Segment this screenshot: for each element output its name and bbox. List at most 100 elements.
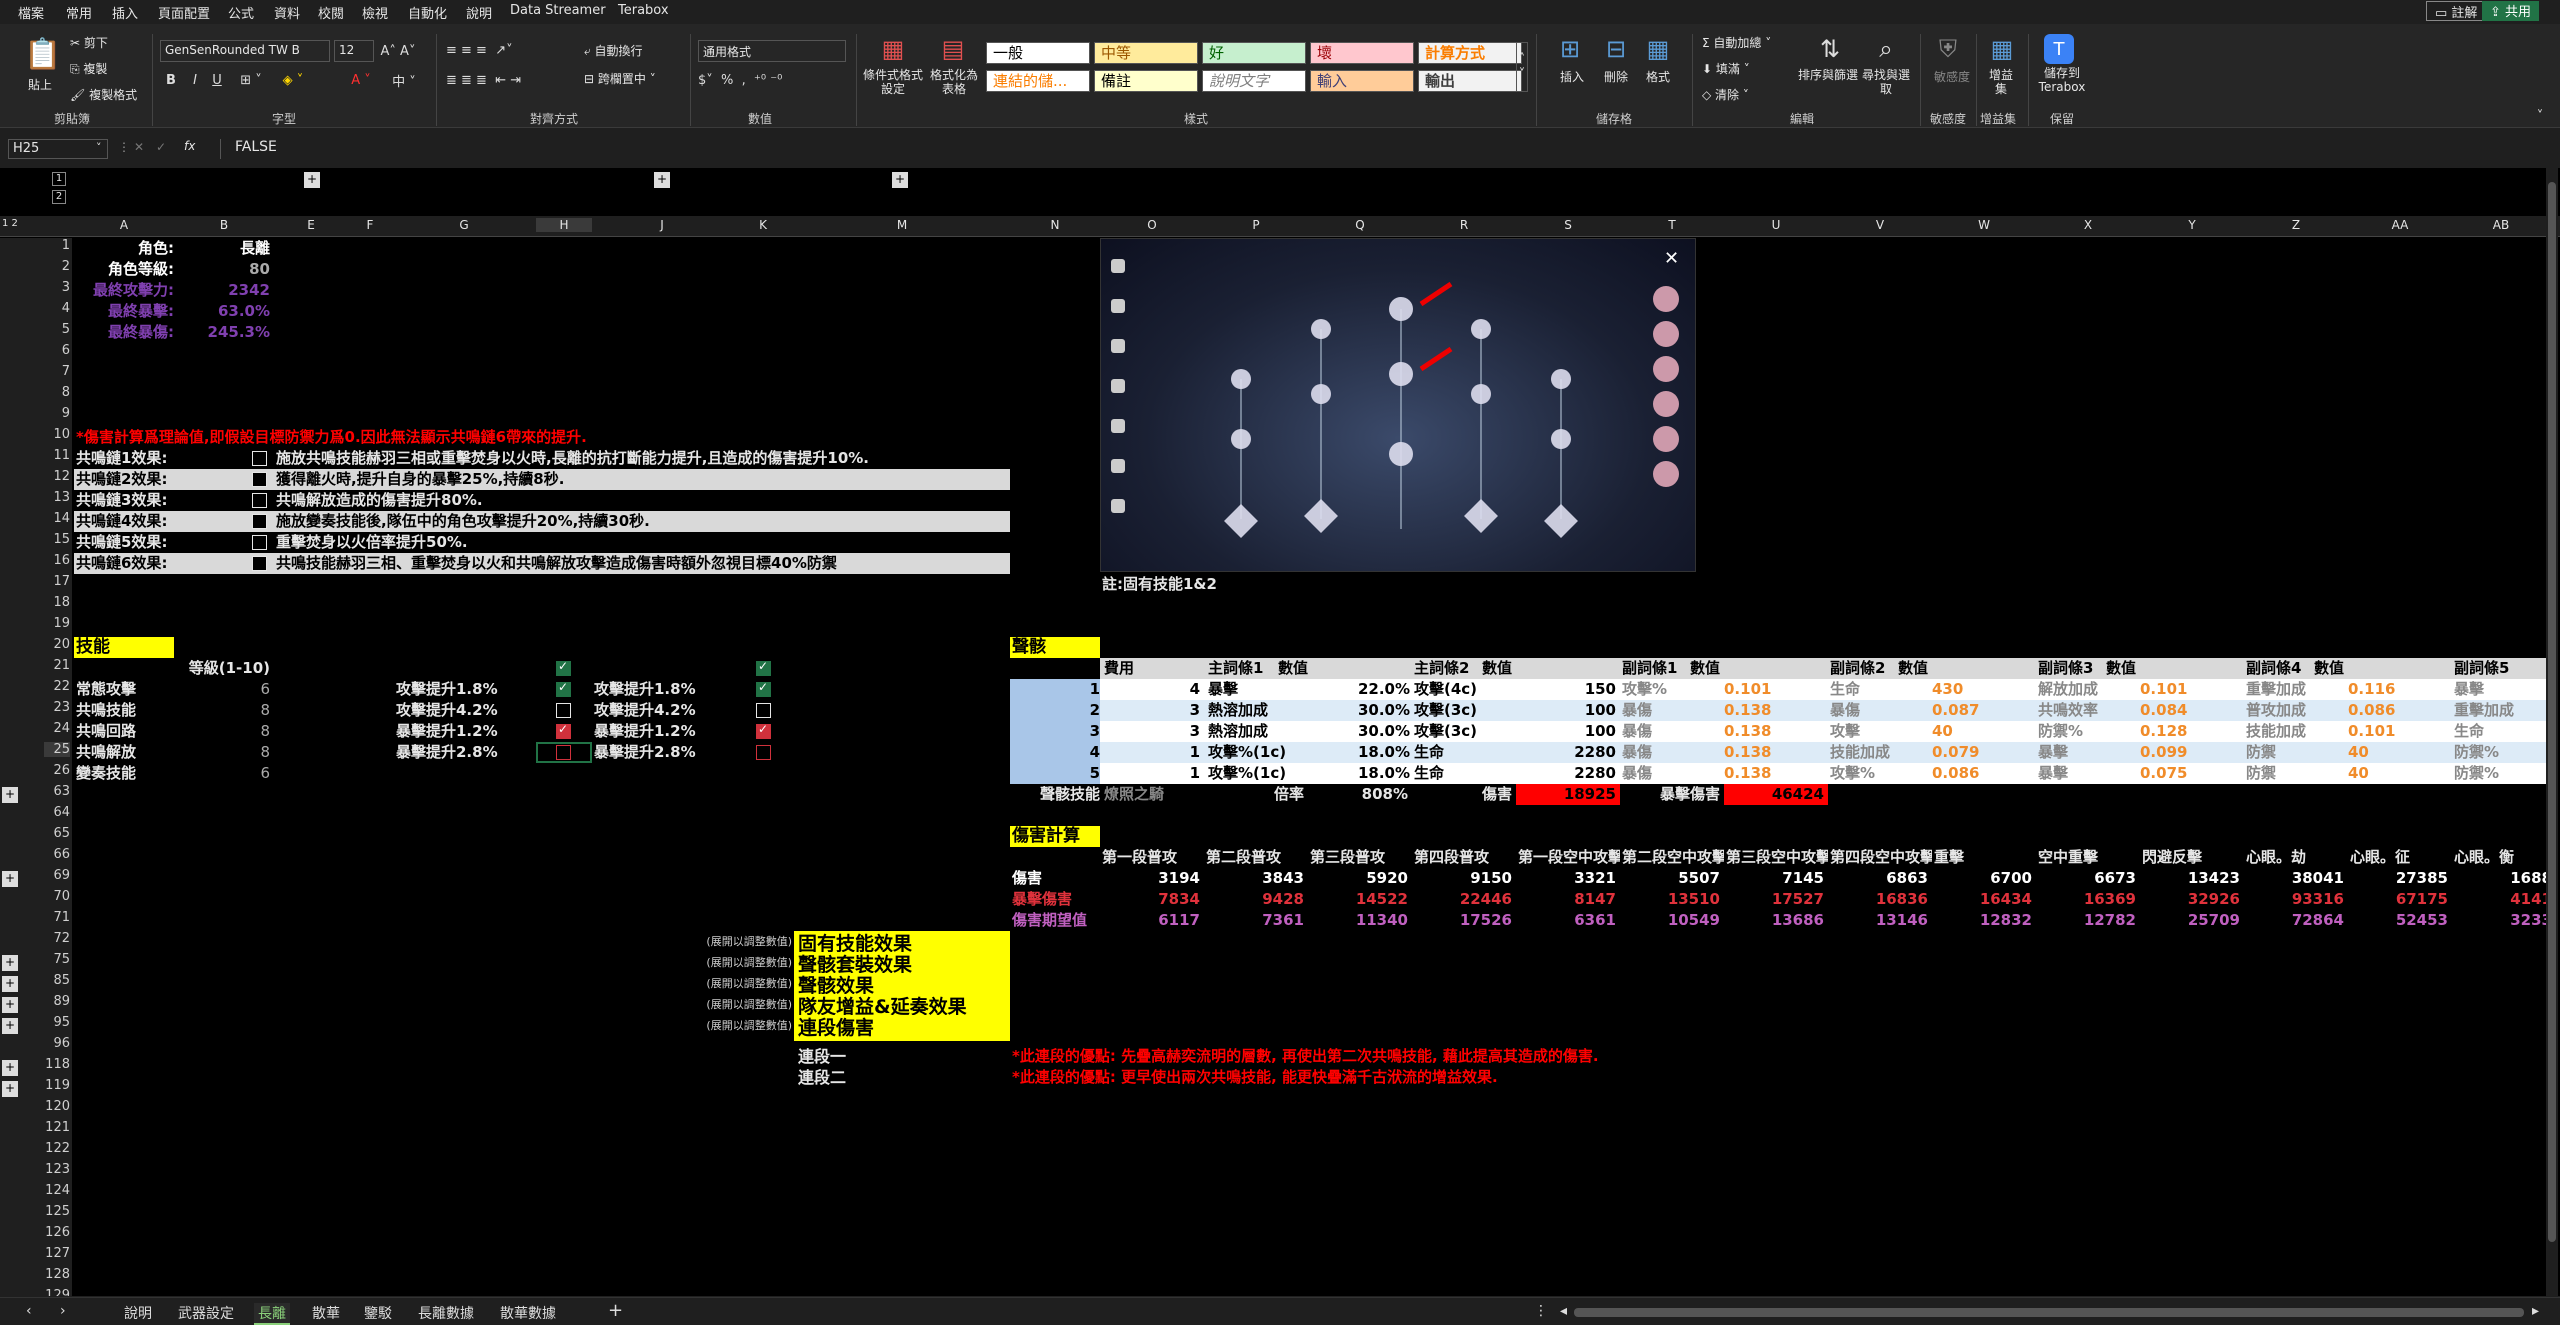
row-number[interactable]: 4	[44, 301, 70, 316]
cut-button[interactable]: ✂ 剪下	[70, 34, 108, 51]
next-sheet-icon[interactable]: ›	[60, 1303, 66, 1319]
col-H[interactable]: H	[536, 218, 592, 232]
menu-view[interactable]: 檢視	[362, 3, 388, 22]
row-number[interactable]: 125	[44, 1204, 70, 1219]
menu-data[interactable]: 資料	[274, 3, 300, 22]
echo-cell[interactable]: 0.128	[2140, 721, 2187, 742]
row-number[interactable]: 9	[44, 406, 70, 421]
echo-cell[interactable]: 430	[1932, 679, 1963, 700]
row-number[interactable]: 14	[44, 511, 70, 526]
col-S[interactable]: S	[1516, 218, 1620, 232]
row-number[interactable]: 119	[44, 1078, 70, 1093]
tab-sheet-5[interactable]: 鑒駁	[364, 1303, 392, 1323]
echo-cell[interactable]: 防禦	[2246, 742, 2276, 763]
echo-cell[interactable]: 0.086	[2348, 700, 2395, 721]
col-W[interactable]: W	[1932, 218, 2036, 232]
style-output[interactable]: 輸出	[1418, 70, 1522, 92]
echo-cell[interactable]: 30.0%	[1310, 721, 1410, 742]
echo-cell[interactable]: 重擊加成	[2454, 700, 2514, 721]
echo-skill-value[interactable]: 燎照之騎	[1104, 784, 1164, 805]
style-bad[interactable]: 壞	[1310, 42, 1414, 64]
row-number[interactable]: 19	[44, 616, 70, 631]
echo-cell[interactable]: 100	[1516, 721, 1616, 742]
row-number[interactable]: 123	[44, 1162, 70, 1177]
fill-color-icon[interactable]: ◈ ˅	[274, 68, 312, 92]
name-box[interactable]: H25	[8, 139, 108, 159]
echo-cell[interactable]: 攻擊	[1830, 721, 1860, 742]
bonus-checkbox[interactable]	[556, 680, 571, 697]
row-number[interactable]: 128	[44, 1267, 70, 1282]
vertical-scroll-thumb[interactable]	[2548, 182, 2556, 1242]
autosum-button[interactable]: Σ 自動加總 ˅	[1702, 34, 1771, 51]
echo-cell[interactable]: 生命	[1414, 763, 1444, 784]
row-number[interactable]: 26	[44, 763, 70, 778]
name-box-dropdown-icon[interactable]: ˅	[96, 141, 102, 154]
menu-formulas[interactable]: 公式	[228, 3, 254, 22]
expand-row-group-icon[interactable]: +	[2, 1060, 18, 1076]
menu-review[interactable]: 校閱	[318, 3, 344, 22]
col-A[interactable]: A	[74, 218, 174, 232]
echo-cell[interactable]: 生命	[1414, 742, 1444, 763]
row-number[interactable]: 16	[44, 553, 70, 568]
prev-sheet-icon[interactable]: ‹	[26, 1303, 32, 1319]
style-normal[interactable]: 一般	[986, 42, 1090, 64]
formula-input[interactable]: FALSE	[220, 139, 2550, 159]
echo-cell[interactable]: 18.0%	[1310, 742, 1410, 763]
expand-row-group-icon[interactable]: +	[2, 1018, 18, 1034]
merge-center-button[interactable]: ⊟ 跨欄置中 ˅	[584, 70, 656, 87]
row-number[interactable]: 64	[44, 805, 70, 820]
echo-cell[interactable]: 0.099	[2140, 742, 2187, 763]
echo-cell[interactable]: 40	[2348, 742, 2369, 763]
outline-level-2-col[interactable]: 2	[52, 190, 66, 204]
echo-cell[interactable]: 3	[1100, 721, 1200, 742]
echo-cell[interactable]: 防禦	[2246, 763, 2276, 784]
cancel-formula-icon[interactable]: ✕	[134, 140, 144, 154]
active-cell-selection[interactable]	[536, 742, 592, 763]
menu-file[interactable]: 檔案	[18, 3, 44, 22]
align-middle-row[interactable]: ≣ ≣ ≣ ⇤ ⇥	[446, 68, 576, 92]
echo-cell[interactable]: 18.0%	[1310, 763, 1410, 784]
echo-cell[interactable]: 防禦%	[2454, 763, 2499, 784]
echo-cell[interactable]: 2280	[1516, 742, 1616, 763]
tab-sheet-3-active[interactable]: 長離	[254, 1303, 290, 1325]
spreadsheet-grid[interactable]: 1 2 + + + 1 2 A B E F G H J K M N O P Q …	[0, 168, 2560, 1296]
row-number[interactable]: 24	[44, 721, 70, 736]
comment-button[interactable]: ▭ 註解	[2426, 1, 2487, 21]
echo-cell[interactable]: 0.138	[1724, 700, 1771, 721]
style-input[interactable]: 輸入	[1310, 70, 1414, 92]
echo-cell[interactable]: 攻擊(3c)	[1414, 700, 1477, 721]
skill-level[interactable]: 8	[174, 742, 270, 763]
echo-cell[interactable]: 40	[2348, 763, 2369, 784]
col-AA[interactable]: AA	[2348, 218, 2452, 232]
col-R[interactable]: R	[1412, 218, 1516, 232]
echo-cell[interactable]: 0.101	[2140, 679, 2187, 700]
echo-cell[interactable]: 22.0%	[1310, 679, 1410, 700]
echo-cell[interactable]: 150	[1516, 679, 1616, 700]
bonus-checkbox[interactable]	[556, 703, 571, 718]
echo-cell[interactable]: 0.101	[1724, 679, 1771, 700]
row-number[interactable]: 10	[44, 427, 70, 442]
echo-cell[interactable]: 生命	[2454, 721, 2484, 742]
echo-cell[interactable]: 40	[1932, 721, 1953, 742]
row-number[interactable]: 96	[44, 1036, 70, 1051]
conditional-format-button[interactable]: 條件式格式設定	[860, 68, 926, 96]
expand-row-group-icon[interactable]: +	[2, 976, 18, 992]
echo-cell[interactable]: 1	[1100, 763, 1200, 784]
echo-cell[interactable]: 0.087	[1932, 700, 1979, 721]
style-linked-cell[interactable]: 連結的儲...	[986, 70, 1090, 92]
row-number[interactable]: 7	[44, 364, 70, 379]
underline-icon[interactable]: U	[208, 68, 226, 92]
select-all-checkbox[interactable]	[556, 659, 571, 676]
echo-cell[interactable]: 2280	[1516, 763, 1616, 784]
col-Y[interactable]: Y	[2140, 218, 2244, 232]
col-P[interactable]: P	[1204, 218, 1308, 232]
echo-cell[interactable]: 暴傷	[1622, 763, 1652, 784]
bonus-checkbox[interactable]	[756, 680, 771, 697]
number-format-select[interactable]: 通用格式	[698, 40, 846, 62]
echo-cell[interactable]: 3	[1100, 700, 1200, 721]
bonus-checkbox[interactable]	[756, 703, 771, 718]
chain-checkbox[interactable]	[252, 451, 267, 466]
echo-cell[interactable]: 暴擊	[2454, 679, 2484, 700]
col-X[interactable]: X	[2036, 218, 2140, 232]
expand-row-group-icon[interactable]: +	[2, 997, 18, 1013]
